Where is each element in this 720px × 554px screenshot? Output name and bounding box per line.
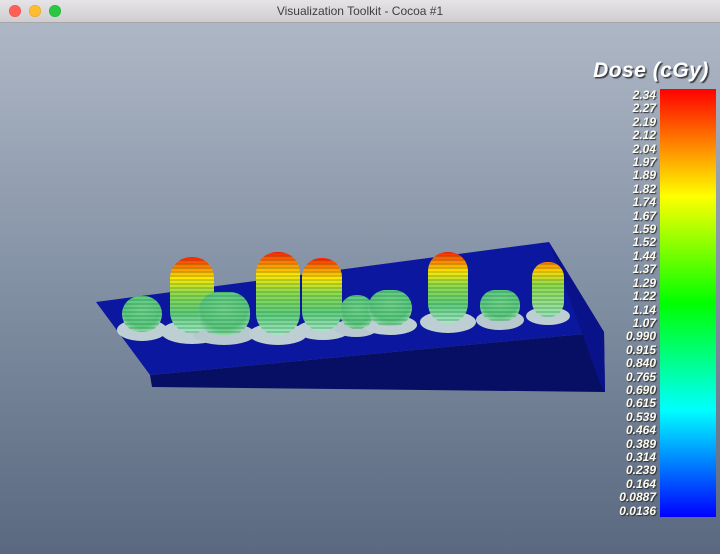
scalar-bar-tick-label: 0.915 (625, 342, 656, 357)
scalar-bar-tick-label: 0.990 (625, 329, 656, 344)
scalar-bar-gradient (660, 89, 716, 517)
scalar-bar-tick-label: 1.67 (632, 208, 656, 223)
scalar-bar-tick-label: 0.840 (625, 356, 656, 371)
dose-blob (198, 292, 250, 335)
scalar-bar: Dose (cGy) 2.34 2.27 2.19 2.12 2.04 1.97 1.89 1… (586, 59, 716, 517)
window-title: Visualization Toolkit - Cocoa #1 (276, 4, 444, 18)
scalar-bar-tick-label: 1.74 (632, 195, 656, 210)
dose-peak (532, 262, 564, 317)
vtk-window: Visualization Toolkit - Cocoa #1 Dose (c… (0, 0, 720, 554)
dose-blob (368, 290, 412, 326)
scalar-bar-tick-label: 0.389 (625, 436, 656, 451)
minimize-button[interactable] (29, 5, 41, 17)
scalar-bar-tick-label: 1.82 (632, 181, 656, 196)
dose-blob (480, 290, 520, 321)
scalar-bar-tick-label: 2.04 (632, 141, 656, 156)
scalar-bar-tick-label: 0.314 (625, 449, 656, 464)
scalar-bar-tick-label: 0.765 (625, 369, 656, 384)
title-bar[interactable]: Visualization Toolkit - Cocoa #1 (0, 0, 720, 23)
scalar-bar-tick-label: 2.12 (632, 128, 656, 143)
scalar-bar-body: 2.34 2.27 2.19 2.12 2.04 1.97 1.89 1.82 1.74 1.67… (586, 89, 716, 517)
traffic-lights (9, 0, 61, 22)
render-viewport[interactable]: Dose (cGy) 2.34 2.27 2.19 2.12 2.04 1.97 1.89 1… (0, 23, 720, 554)
scalar-bar-tick-label: 1.37 (632, 262, 656, 277)
scalar-bar-tick-label: 1.52 (632, 235, 656, 250)
scalar-bar-tick-label: 1.22 (632, 289, 656, 304)
dose-peak (302, 258, 342, 331)
scalar-bar-tick-label: 1.07 (632, 315, 656, 330)
scalar-bar-tick-label: 0.539 (625, 409, 656, 424)
scalar-bar-tick-label: 1.59 (632, 222, 656, 237)
scalar-bar-title: Dose (cGy) (593, 59, 709, 82)
scalar-bar-tick-label: 0.464 (625, 423, 656, 438)
scalar-bar-tick-label: 1.89 (632, 168, 656, 183)
scalar-bar-labels: 2.34 2.27 2.19 2.12 2.04 1.97 1.89 1.82 1.74 1.67… (586, 89, 660, 517)
scalar-bar-tick-label: 0.164 (625, 476, 656, 491)
scalar-bar-tick-label: 0.690 (625, 382, 656, 397)
dose-peak (428, 252, 468, 323)
scalar-bar-tick-label: 0.239 (625, 463, 656, 478)
scalar-bar-tick-label: 1.44 (632, 248, 656, 263)
dose-peak (256, 252, 300, 335)
scalar-bar-tick-label: 2.34 (632, 88, 656, 102)
scalar-bar-tick-label: 2.19 (632, 114, 656, 129)
dose-blob (122, 296, 162, 332)
zoom-button[interactable] (49, 5, 61, 17)
scalar-bar-tick-label: 1.97 (632, 155, 656, 170)
scalar-bar-tick-label: 2.27 (632, 101, 656, 116)
scalar-bar-tick-label: 0.0136 (619, 503, 656, 518)
scalar-bar-tick-label: 1.29 (632, 275, 656, 290)
scalar-bar-tick-label: 0.0887 (619, 490, 656, 505)
close-button[interactable] (9, 5, 21, 17)
scalar-bar-tick-label: 0.615 (625, 396, 656, 411)
scalar-bar-tick-label: 1.14 (632, 302, 656, 317)
